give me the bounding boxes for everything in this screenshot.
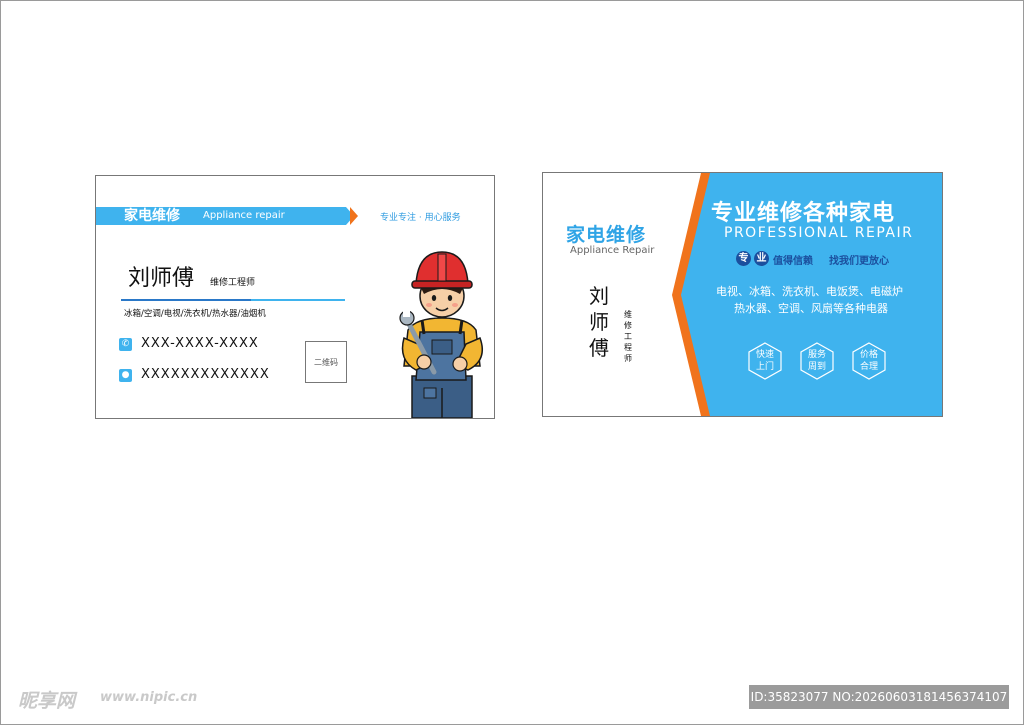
- title-char: 程: [624, 343, 632, 352]
- feature-line: 快速: [755, 350, 774, 360]
- pill-badge: 专: [736, 251, 751, 266]
- brand-name-en: Appliance repair: [203, 210, 285, 221]
- name-char: 师: [589, 310, 609, 334]
- back-person-name: 刘 师 傅: [587, 283, 611, 361]
- title-char: 师: [624, 354, 632, 363]
- watermark-url: www.nipic.cn: [100, 690, 198, 705]
- qr-code-label: 二维码: [314, 357, 338, 367]
- feature-line: 服务: [807, 350, 826, 360]
- back-brand-name-en: Appliance Repair: [570, 245, 655, 256]
- trust-text: 值得信赖: [773, 256, 813, 267]
- brand-name-cn: 家电维修: [124, 208, 180, 224]
- appliances-line-1: 电视、冰箱、洗衣机、电饭煲、电磁炉: [716, 285, 903, 298]
- business-card-back: 家电维修 Appliance Repair 刘 师 傅 维 修 工 程 师 专业…: [542, 172, 943, 417]
- location-icon: ●: [119, 369, 132, 382]
- job-title: 维修工程师: [210, 278, 256, 288]
- qr-code-placeholder: 二维码: [305, 341, 347, 383]
- appliances-line-2: 热水器、空调、风扇等各种电器: [734, 302, 888, 315]
- phone-number: XXX-XXXX-XXXX: [141, 336, 259, 351]
- feature-fair-price: 价格 合理: [853, 349, 885, 373]
- watermark-id: ID:35823077 NO:20260603181456374107: [749, 685, 1009, 709]
- feature-line: 上门: [755, 362, 774, 372]
- services-list: 冰箱/空调/电视/洗衣机/热水器/油烟机: [124, 309, 266, 319]
- slogan: 专业专注 · 用心服务: [380, 213, 461, 223]
- feature-fast-visit: 快速 上门: [749, 349, 781, 373]
- title-char: 工: [624, 332, 632, 341]
- name-char: 刘: [589, 284, 609, 308]
- headline: 专业维修各种家电: [711, 201, 896, 226]
- feature-line: 合理: [859, 362, 878, 372]
- pill-badge: 业: [754, 251, 769, 266]
- business-card-front: 家电维修 Appliance repair 专业专注 · 用心服务 刘师傅 维修…: [95, 175, 495, 419]
- name-divider-accent: [121, 299, 251, 301]
- person-name: 刘师傅: [128, 266, 195, 291]
- watermark-logo: 昵享网: [18, 690, 76, 712]
- feature-line: 价格: [859, 350, 878, 360]
- title-char: 维: [624, 310, 632, 319]
- back-job-title: 维 修 工 程 师: [623, 309, 633, 364]
- feature-good-service: 服务 周到: [801, 349, 833, 373]
- find-us-text: 找我们更放心: [829, 256, 889, 267]
- ribbon-accent-arrow: [350, 207, 358, 225]
- title-char: 修: [624, 321, 632, 330]
- worker-illustration: [399, 251, 483, 418]
- phone-icon: ✆: [119, 338, 132, 351]
- back-brand-name-cn: 家电维修: [566, 224, 647, 246]
- name-char: 傅: [589, 336, 609, 360]
- headline-en: PROFESSIONAL REPAIR: [724, 225, 914, 241]
- feature-line: 周到: [807, 362, 826, 372]
- address: XXXXXXXXXXXXX: [141, 367, 270, 382]
